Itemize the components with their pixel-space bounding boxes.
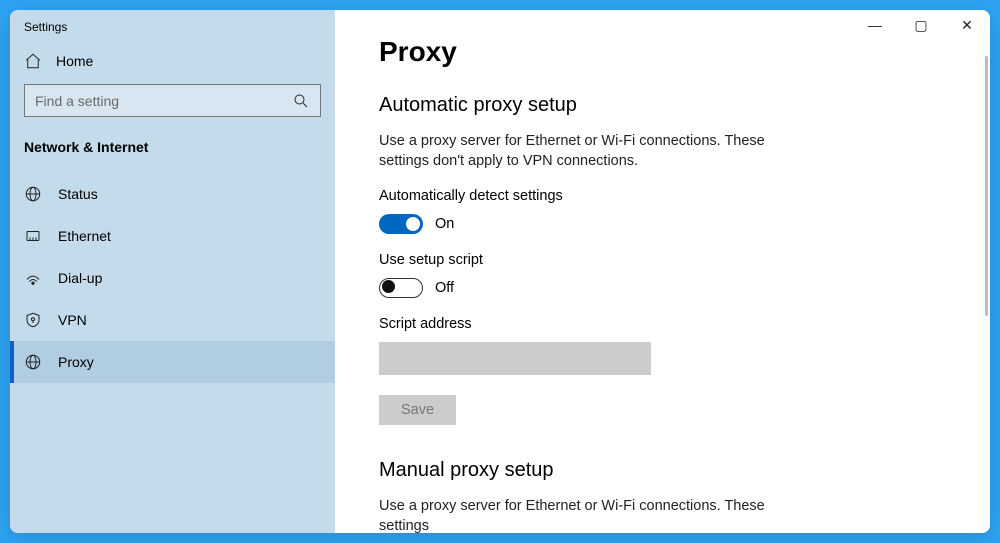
sidebar-item-label: Dial-up	[58, 270, 102, 286]
toggle-knob	[406, 217, 420, 231]
setup-script-label: Use setup script	[379, 252, 946, 268]
sidebar-item-vpn[interactable]: VPN	[10, 299, 335, 341]
ethernet-icon	[24, 227, 42, 245]
search-box[interactable]	[24, 84, 321, 117]
home-label: Home	[56, 53, 93, 69]
auto-detect-label: Automatically detect settings	[379, 188, 946, 204]
home-nav[interactable]: Home	[10, 42, 335, 84]
search-icon	[292, 92, 310, 110]
globe-icon	[24, 185, 42, 203]
nav-list: Status Ethernet Dial-up VPN	[10, 173, 335, 383]
sidebar-item-dialup[interactable]: Dial-up	[10, 257, 335, 299]
auto-detect-state: On	[435, 216, 454, 232]
globe-icon	[24, 353, 42, 371]
manual-proxy-desc: Use a proxy server for Ethernet or Wi-Fi…	[379, 496, 809, 533]
maximize-icon: ▢	[914, 17, 927, 34]
content-pane: — ▢ ✕ Proxy Automatic proxy setup Use a …	[335, 10, 990, 533]
search-input[interactable]	[35, 93, 292, 109]
sidebar-item-status[interactable]: Status	[10, 173, 335, 215]
auto-proxy-desc: Use a proxy server for Ethernet or Wi-Fi…	[379, 131, 809, 172]
sidebar-item-label: Proxy	[58, 354, 94, 370]
save-button[interactable]: Save	[379, 395, 456, 425]
minimize-icon: —	[868, 17, 882, 33]
setup-script-toggle-row: Off	[379, 278, 946, 298]
setup-script-toggle[interactable]	[379, 278, 423, 298]
shield-icon	[24, 311, 42, 329]
home-icon	[24, 52, 42, 70]
sidebar-item-proxy[interactable]: Proxy	[10, 341, 335, 383]
auto-detect-toggle-row: On	[379, 214, 946, 234]
script-address-input[interactable]	[379, 342, 651, 375]
page-title: Proxy	[379, 36, 946, 68]
settings-window: Settings Home Network & Internet Status	[10, 10, 990, 533]
auto-detect-toggle[interactable]	[379, 214, 423, 234]
close-icon: ✕	[961, 17, 973, 34]
maximize-button[interactable]: ▢	[898, 10, 944, 40]
content-scroll[interactable]: Proxy Automatic proxy setup Use a proxy …	[335, 10, 990, 533]
sidebar-item-label: Status	[58, 186, 98, 202]
sidebar-item-label: VPN	[58, 312, 87, 328]
sidebar-item-ethernet[interactable]: Ethernet	[10, 215, 335, 257]
sidebar-item-label: Ethernet	[58, 228, 111, 244]
dialup-icon	[24, 269, 42, 287]
category-heading: Network & Internet	[10, 139, 335, 173]
search-container	[10, 84, 335, 139]
close-button[interactable]: ✕	[944, 10, 990, 40]
titlebar-controls: — ▢ ✕	[852, 10, 990, 40]
save-button-label: Save	[401, 402, 434, 418]
manual-proxy-heading: Manual proxy setup	[379, 459, 946, 482]
sidebar: Settings Home Network & Internet Status	[10, 10, 335, 533]
script-address-label: Script address	[379, 316, 946, 332]
scrollbar[interactable]	[985, 56, 988, 316]
window-title: Settings	[10, 10, 335, 42]
toggle-knob	[382, 280, 395, 293]
setup-script-state: Off	[435, 280, 454, 296]
minimize-button[interactable]: —	[852, 10, 898, 40]
auto-proxy-heading: Automatic proxy setup	[379, 94, 946, 117]
